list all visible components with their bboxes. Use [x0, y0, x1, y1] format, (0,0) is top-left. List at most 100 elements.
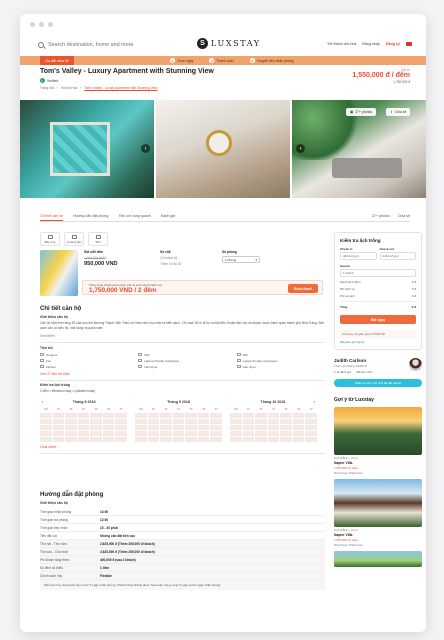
signup-link[interactable]: Đăng ký [386, 42, 400, 46]
calendar-day[interactable] [255, 431, 267, 437]
login-link[interactable]: Đăng nhập [362, 42, 380, 46]
calendar-day[interactable] [210, 419, 222, 425]
calendar-day[interactable] [267, 425, 280, 431]
calendar-day[interactable] [280, 431, 292, 437]
room-thumbnail[interactable] [40, 250, 78, 296]
calendar-day[interactable] [102, 425, 115, 431]
tab-reviews[interactable]: Đánh giá [161, 212, 175, 221]
calendar-day[interactable] [280, 419, 292, 425]
calendar-day[interactable] [172, 425, 185, 431]
gallery-photo-pool[interactable]: › [20, 100, 154, 198]
calendar-day[interactable] [197, 431, 210, 437]
calendar-day[interactable] [305, 419, 317, 425]
calendar-day[interactable] [52, 419, 65, 425]
calendar-day[interactable] [280, 413, 292, 419]
checkout-field[interactable]: dd/mm/yyyy [379, 252, 416, 260]
calendar-day[interactable] [160, 413, 172, 419]
calendar-day[interactable] [172, 431, 185, 437]
calendar-day[interactable] [77, 419, 90, 425]
calendar-day[interactable] [52, 431, 65, 437]
calendar-day[interactable] [292, 431, 305, 437]
calendar-day[interactable] [77, 431, 90, 437]
calendar-day[interactable] [172, 419, 185, 425]
prev-photo-icon[interactable]: ‹ [296, 144, 305, 153]
calendar-day[interactable] [197, 425, 210, 431]
calendar-day[interactable] [160, 419, 172, 425]
suggestion-image[interactable] [334, 407, 422, 455]
calendar-day[interactable] [65, 437, 77, 443]
calendar-day[interactable] [185, 419, 197, 425]
calendar-day[interactable] [90, 437, 102, 443]
book-now-button[interactable]: Book Now! [288, 284, 318, 293]
book-button[interactable]: Đặt ngay [340, 315, 416, 324]
tab-photos-link[interactable]: 27+ photos [372, 214, 390, 218]
calendar-day[interactable] [65, 413, 77, 419]
calendar-day[interactable] [305, 425, 317, 431]
gallery-photo-living[interactable]: ‹ ▣ 27+ photos ⇪ Chia sẻ [292, 100, 426, 198]
checkin-field[interactable]: dd/mm/yyyy [340, 252, 377, 260]
calendar-day[interactable] [102, 437, 115, 443]
calendar-day[interactable] [90, 425, 102, 431]
prev-month-icon[interactable]: ‹ [42, 400, 43, 404]
calendar-day[interactable] [77, 413, 90, 419]
clear-dates-link[interactable]: Clear dates [40, 445, 325, 449]
promo-code-field[interactable]: Sử dụng mã giảm giá LUXSTAY50 [340, 330, 416, 338]
calendar-day[interactable] [280, 437, 292, 443]
calendar-day[interactable] [147, 413, 160, 419]
calendar-day[interactable] [160, 431, 172, 437]
calendar-day[interactable] [185, 413, 197, 419]
suggestion-card[interactable] [334, 551, 422, 567]
calendar-day[interactable] [160, 425, 172, 431]
calendar-day[interactable] [65, 425, 77, 431]
calendar-day[interactable] [40, 419, 52, 425]
more-photos-button[interactable]: ▣ 27+ photos [346, 108, 377, 116]
calendar-day[interactable] [102, 431, 115, 437]
calendar-day[interactable] [230, 437, 242, 443]
calendar-day[interactable] [135, 437, 147, 443]
calendar-day[interactable] [115, 419, 127, 425]
calendar-day[interactable] [242, 413, 255, 419]
details-more-link[interactable]: Xem thêm [40, 334, 325, 338]
calendar-day[interactable] [230, 413, 242, 419]
calendar-day[interactable] [267, 413, 280, 419]
calendar-day[interactable] [255, 425, 267, 431]
calendar-day[interactable] [230, 425, 242, 431]
search-bar[interactable] [38, 42, 178, 48]
calendar-day[interactable] [292, 425, 305, 431]
calendar-day[interactable] [255, 437, 267, 443]
tab-details[interactable]: Chi tiết căn hộ [40, 212, 63, 221]
calendar-day[interactable] [52, 413, 65, 419]
calendar-day[interactable] [160, 437, 172, 443]
calendar-day[interactable] [242, 425, 255, 431]
calendar-day[interactable] [242, 419, 255, 425]
gallery-photo-room[interactable] [156, 100, 290, 198]
calendar-day[interactable] [185, 437, 197, 443]
message-host-button[interactable]: Nhắn tin cho chủ nhà để đặt phòng [334, 379, 422, 387]
calendar-day[interactable] [197, 437, 210, 443]
calendar-day[interactable] [210, 437, 222, 443]
breadcrumb-region[interactable]: Khánh Hòa [61, 86, 77, 90]
calendar-day[interactable] [90, 431, 102, 437]
calendar-day[interactable] [305, 437, 317, 443]
calendar-day[interactable] [90, 419, 102, 425]
calendar-day[interactable] [102, 413, 115, 419]
rooms-select[interactable]: 1 Phòng ▾ [222, 256, 260, 263]
calendar-day[interactable] [147, 425, 160, 431]
calendar-day[interactable] [305, 431, 317, 437]
search-input[interactable] [48, 42, 168, 48]
calendar-day[interactable] [292, 437, 305, 443]
calendar-day[interactable] [40, 413, 52, 419]
breadcrumb-home[interactable]: Trang chủ [40, 86, 54, 90]
calendar-day[interactable] [292, 419, 305, 425]
next-month-icon[interactable]: › [314, 400, 315, 404]
calendar-day[interactable] [147, 431, 160, 437]
calendar-day[interactable] [90, 413, 102, 419]
calendar-day[interactable] [242, 437, 255, 443]
suggestion-image[interactable] [334, 551, 422, 567]
calendar-day[interactable] [115, 431, 127, 437]
calendar-day[interactable] [135, 413, 147, 419]
calendar-day[interactable] [172, 413, 185, 419]
calendar-day[interactable] [77, 437, 90, 443]
calendar-day[interactable] [197, 419, 210, 425]
avatar[interactable] [409, 358, 422, 371]
